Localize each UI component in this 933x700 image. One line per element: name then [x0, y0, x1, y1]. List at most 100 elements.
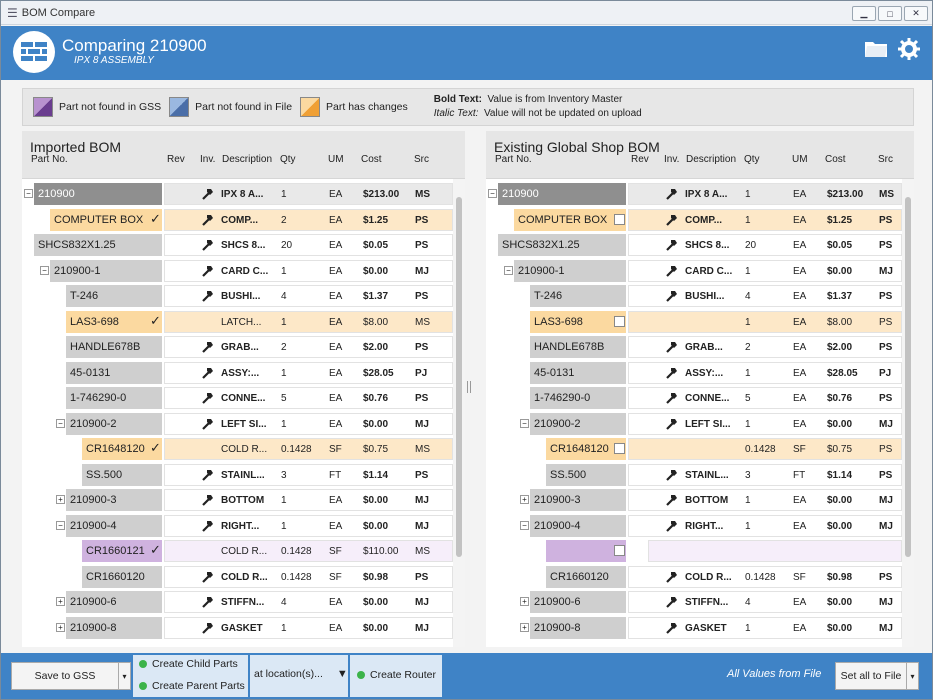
- minimize-button[interactable]: ▁: [852, 6, 876, 21]
- update-checkbox[interactable]: ✓: [150, 212, 161, 225]
- expand-toggle-icon[interactable]: +: [56, 495, 65, 504]
- scrollbar[interactable]: [902, 179, 914, 647]
- expand-toggle-icon[interactable]: −: [56, 520, 65, 530]
- table-row[interactable]: 1-746290-0 CONNE... 5 EA $0.76 PS: [486, 387, 902, 409]
- part-number-cell[interactable]: 1-746290-0: [530, 387, 626, 409]
- scrollbar[interactable]: [453, 179, 465, 647]
- table-row[interactable]: 45-0131 ASSY:... 1 EA $28.05 PJ: [22, 361, 453, 384]
- table-row[interactable]: HANDLE678B GRAB... 2 EA $2.00 PS: [22, 336, 453, 358]
- expand-toggle-icon[interactable]: −: [488, 189, 497, 198]
- table-row[interactable]: SHCS832X1.25 SHCS 8... 20 EA $0.05 PS: [22, 234, 453, 256]
- expand-toggle-icon[interactable]: +: [520, 622, 529, 632]
- col-cost[interactable]: Cost: [825, 154, 846, 165]
- create-child-parts-option[interactable]: Create Child Parts: [139, 658, 238, 670]
- part-number-cell[interactable]: COMPUTER BOX: [514, 208, 626, 231]
- part-number-cell[interactable]: HANDLE678B: [530, 336, 626, 358]
- table-row[interactable]: CR1648120 0.1428 SF $0.75 PS: [486, 438, 902, 460]
- scrollbar-thumb[interactable]: [456, 197, 462, 557]
- table-row[interactable]: −210900-4 RIGHT... 1 EA $0.00 MJ: [22, 514, 453, 537]
- set-all-to-file-button[interactable]: Set all to File: [835, 662, 907, 690]
- col-cost[interactable]: Cost: [361, 154, 382, 165]
- part-number-cell[interactable]: COMPUTER BOX: [50, 208, 162, 231]
- expand-toggle-icon[interactable]: +: [56, 622, 65, 632]
- gear-icon[interactable]: [898, 38, 920, 66]
- table-row[interactable]: SHCS832X1.25 SHCS 8... 20 EA $0.05 PS: [486, 234, 902, 256]
- col-src[interactable]: Src: [414, 154, 429, 165]
- expand-toggle-icon[interactable]: +: [520, 495, 529, 504]
- part-number-cell[interactable]: HANDLE678B: [66, 336, 162, 358]
- table-row[interactable]: CR1648120 ✓ COLD R... 0.1428 SF $0.75 MS: [22, 438, 453, 460]
- col-um[interactable]: UM: [792, 154, 808, 165]
- col-src[interactable]: Src: [878, 154, 893, 165]
- part-number-cell[interactable]: 1-746290-0: [66, 387, 162, 409]
- folder-icon[interactable]: [864, 38, 888, 66]
- table-row[interactable]: −210900-1 CARD C... 1 EA $0.00 MJ: [486, 259, 902, 282]
- table-row[interactable]: 1-746290-0 CONNE... 5 EA $0.76 PS: [22, 387, 453, 409]
- location-select[interactable]: at location(s)... ▼: [254, 668, 348, 680]
- table-row[interactable]: T-246 BUSHI... 4 EA $1.37 PS: [486, 285, 902, 307]
- col-rev[interactable]: Rev: [167, 154, 185, 165]
- table-row[interactable]: COMPUTER BOX ✓ COMP... 2 EA $1.25 PS: [22, 208, 453, 231]
- table-row[interactable]: COMPUTER BOX COMP... 1 EA $1.25 PS: [486, 208, 902, 231]
- part-number-cell[interactable]: 45-0131: [530, 361, 626, 384]
- update-checkbox[interactable]: ✓: [150, 314, 161, 327]
- table-row[interactable]: HANDLE678B GRAB... 2 EA $2.00 PS: [486, 336, 902, 358]
- update-checkbox[interactable]: ✓: [150, 441, 161, 454]
- part-number-cell[interactable]: LAS3-698: [66, 310, 162, 333]
- col-qty[interactable]: Qty: [280, 154, 296, 165]
- update-checkbox[interactable]: [614, 545, 625, 556]
- part-number-cell[interactable]: SHCS832X1.25: [34, 234, 162, 256]
- table-row[interactable]: 45-0131 ASSY:... 1 EA $28.05 PJ: [486, 361, 902, 384]
- col-desc[interactable]: Description: [686, 154, 736, 165]
- table-row[interactable]: +210900-8 GASKET 1 EA $0.00 MJ: [486, 616, 902, 639]
- part-number-cell[interactable]: 210900-8: [530, 616, 626, 639]
- update-checkbox[interactable]: [614, 315, 625, 327]
- col-qty[interactable]: Qty: [744, 154, 760, 165]
- update-checkbox[interactable]: [614, 213, 625, 225]
- part-number-cell[interactable]: 210900-6: [530, 591, 626, 613]
- part-number-cell[interactable]: CR1660120: [82, 565, 162, 588]
- part-number-cell[interactable]: 210900-6: [66, 591, 162, 613]
- part-number-cell[interactable]: 210900-3: [66, 489, 162, 511]
- expand-toggle-icon[interactable]: −: [24, 189, 33, 198]
- maximize-button[interactable]: □: [878, 6, 902, 21]
- table-row[interactable]: SS.500 STAINL... 3 FT $1.14 PS: [486, 463, 902, 486]
- table-row[interactable]: LAS3-698 ✓ LATCH... 1 EA $8.00 MS: [22, 310, 453, 333]
- table-row[interactable]: +210900-8 GASKET 1 EA $0.00 MJ: [22, 616, 453, 639]
- col-desc[interactable]: Description: [222, 154, 272, 165]
- set-all-dropdown-arrow[interactable]: ▾: [906, 662, 919, 690]
- part-number-cell[interactable]: SS.500: [546, 463, 626, 486]
- save-to-gss-button[interactable]: Save to GSS: [11, 662, 119, 690]
- table-row[interactable]: CR1660121 ✓ COLD R... 0.1428 SF $110.00 MS: [22, 540, 453, 562]
- part-number-cell[interactable]: LAS3-698: [530, 310, 626, 333]
- part-number-cell[interactable]: 210900-3: [530, 489, 626, 511]
- col-um[interactable]: UM: [328, 154, 344, 165]
- part-number-cell[interactable]: 210900: [498, 183, 626, 205]
- table-row[interactable]: −210900-2 LEFT SI... 1 EA $0.00 MJ: [486, 412, 902, 435]
- expand-toggle-icon[interactable]: −: [40, 265, 49, 275]
- part-number-cell[interactable]: T-246: [530, 285, 626, 307]
- expand-toggle-icon[interactable]: −: [520, 418, 529, 428]
- part-number-cell[interactable]: CR1660120: [546, 565, 626, 588]
- table-row[interactable]: −210900 IPX 8 A... 1 EA $213.00 MS: [486, 183, 902, 205]
- col-rev[interactable]: Rev: [631, 154, 649, 165]
- table-row[interactable]: SS.500 STAINL... 3 FT $1.14 PS: [22, 463, 453, 486]
- col-inv[interactable]: Inv.: [200, 154, 215, 165]
- part-number-cell[interactable]: 210900-2: [66, 412, 162, 435]
- expand-toggle-icon[interactable]: +: [520, 597, 529, 606]
- col-part[interactable]: Part No.: [31, 154, 68, 165]
- col-inv[interactable]: Inv.: [664, 154, 679, 165]
- scrollbar-thumb[interactable]: [905, 197, 911, 557]
- col-part[interactable]: Part No.: [495, 154, 532, 165]
- table-row[interactable]: +210900-3 BOTTOM 1 EA $0.00 MJ: [22, 489, 453, 511]
- table-row[interactable]: LAS3-698 1 EA $8.00 PS: [486, 310, 902, 333]
- close-button[interactable]: ✕: [904, 6, 928, 21]
- create-parent-parts-option[interactable]: Create Parent Parts: [139, 680, 245, 692]
- table-row[interactable]: CR1660120 COLD R... 0.1428 SF $0.98 PS: [22, 565, 453, 588]
- part-number-cell[interactable]: 210900: [34, 183, 162, 205]
- panel-splitter[interactable]: [467, 381, 471, 393]
- part-number-cell[interactable]: 210900-1: [50, 259, 162, 282]
- create-router-option[interactable]: Create Router: [357, 669, 436, 681]
- part-number-cell[interactable]: 210900-2: [530, 412, 626, 435]
- update-checkbox[interactable]: [614, 443, 625, 454]
